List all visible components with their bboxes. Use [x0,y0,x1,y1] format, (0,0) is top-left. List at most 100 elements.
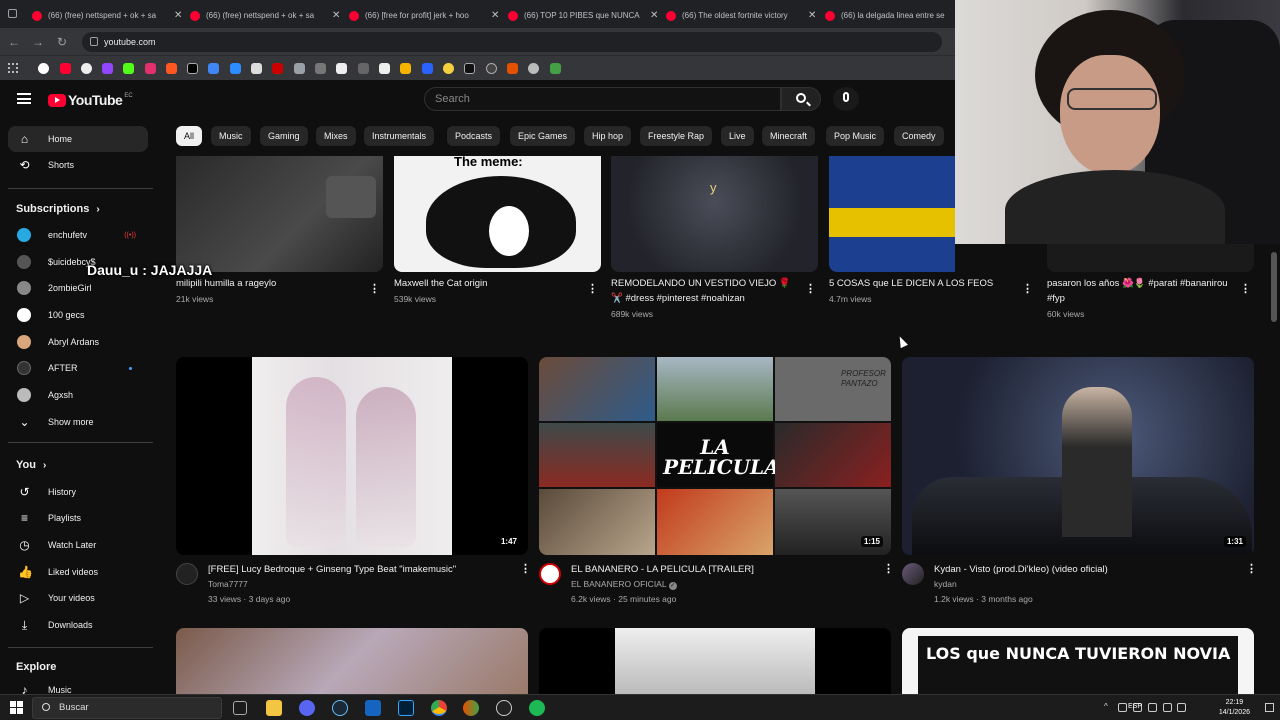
bookmark-icon[interactable] [315,63,326,74]
close-tab-icon[interactable]: ✕ [332,10,340,21]
more-options-icon[interactable]: ⋮ [1246,564,1257,575]
back-icon[interactable]: ← [3,35,25,49]
show-more-button[interactable]: ⌄ Show more [8,409,148,435]
windows-start-icon[interactable] [10,701,23,714]
video-thumbnail[interactable]: PROFESOR PANTAZO LA PELICULA 1:15 [539,357,891,555]
chip-live[interactable]: Live [721,126,754,146]
spotify-icon[interactable] [529,700,545,716]
steam-icon[interactable] [332,700,348,716]
close-tab-icon[interactable]: ✕ [491,10,499,21]
bookmark-icon[interactable] [38,63,49,74]
tray-overflow-icon[interactable]: ^ [1104,702,1108,711]
close-tab-icon[interactable]: ✕ [808,10,816,21]
chip-gaming[interactable]: Gaming [260,126,308,146]
bookmark-icon[interactable] [528,63,539,74]
bookmark-icon[interactable] [272,63,283,74]
network-icon[interactable] [1163,703,1172,712]
tab-search-icon[interactable] [8,9,17,18]
more-options-icon[interactable]: ⋮ [520,564,531,575]
short-thumbnail[interactable] [1047,244,1254,272]
chip-instrumentals[interactable]: Instrumentals [364,126,435,146]
bookmark-icon[interactable] [60,63,71,74]
search-button[interactable] [781,87,821,111]
short-thumbnail[interactable]: The meme: [394,156,601,272]
sidebar-item-subscription[interactable]: 100 gecs [8,302,148,328]
channel-avatar[interactable] [902,563,924,585]
video-title[interactable]: [FREE] Lucy Bedroque + Ginseng Type Beat… [208,562,508,577]
more-options-icon[interactable]: ⋮ [1022,284,1033,295]
video-thumbnail[interactable]: LOS que NUNCA TUVIERON NOVIA [902,628,1254,694]
chip-mixes[interactable]: Mixes [316,126,356,146]
chip-epic-games[interactable]: Epic Games [510,126,576,146]
bookmark-icon[interactable] [81,63,92,74]
short-title[interactable]: Maxwell the Cat origin [394,276,584,291]
video-title[interactable]: EL BANANERO - LA PELICULA [TRAILER] [571,562,871,577]
bookmark-icon[interactable] [550,63,561,74]
bookmark-icon[interactable] [422,63,433,74]
browser-tab[interactable]: (66) The oldest fortnite victory ✕ [660,3,822,28]
browser-tab[interactable]: (66) TOP 10 PIBES que NUNCA ✕ [502,3,664,28]
bookmark-icon[interactable] [507,63,518,74]
channel-name[interactable]: kydan [934,577,957,592]
file-explorer-icon[interactable] [266,700,282,716]
browser-tab[interactable]: (66) (free) nettspend + ok + sa ✕ [26,3,188,28]
bookmark-icon[interactable] [400,63,411,74]
sidebar-item-playlists[interactable]: ≡ Playlists [8,505,148,531]
chrome-icon[interactable] [431,700,447,716]
video-thumbnail[interactable]: 1:47 [176,357,528,555]
channel-avatar[interactable] [539,563,561,585]
more-options-icon[interactable]: ⋮ [805,284,816,295]
bookmark-icon[interactable] [251,63,262,74]
bookmark-icon[interactable] [486,63,497,74]
bookmark-icon[interactable] [208,63,219,74]
video-thumbnail[interactable] [539,628,891,694]
browser-tab[interactable]: (66) la delgada linea entre ser [819,3,951,28]
more-options-icon[interactable]: ⋮ [369,284,380,295]
short-thumbnail[interactable] [176,156,383,272]
bookmark-icon[interactable] [102,63,113,74]
video-title[interactable]: Kydan - Visto (prod.Di'kleo) (video ofic… [934,562,1234,577]
notification-icon[interactable] [1265,703,1274,712]
site-info-icon[interactable] [90,37,98,46]
sidebar-item-your-videos[interactable]: ▷ Your videos [8,585,148,611]
taskbar-clock[interactable]: 22:19 14/1/2026 [1219,698,1250,718]
bookmark-icon[interactable] [443,63,454,74]
url-field[interactable]: youtube.com [82,32,942,52]
apps-grid-icon[interactable] [8,63,18,73]
chip-comedy[interactable]: Comedy [894,126,944,146]
task-view-icon[interactable] [233,701,247,715]
channel-avatar[interactable] [176,563,198,585]
short-title[interactable]: 5 COSAS que LE DICEN A LOS FEOS [829,276,1019,291]
bookmark-icon[interactable] [145,63,156,74]
sidebar-item-subscription[interactable]: enchufetv ((•)) [8,222,148,248]
sidebar-item-shorts[interactable]: ⟲ Shorts [8,152,148,178]
chip-hip-hop[interactable]: Hip hop [584,126,632,146]
chip-minecraft[interactable]: Minecraft [762,126,816,146]
microphone-tray-icon[interactable] [1118,703,1127,712]
taskbar-search-input[interactable]: Buscar [32,697,222,719]
more-options-icon[interactable]: ⋮ [883,564,894,575]
short-title[interactable]: REMODELANDO UN VESTIDO VIEJO 🌹✂️ #dress … [611,276,801,306]
chip-freestyle-rap[interactable]: Freestyle Rap [640,126,713,146]
bookmark-icon[interactable] [187,63,198,74]
obs-icon[interactable] [496,700,512,716]
bookmark-icon[interactable] [166,63,177,74]
short-title[interactable]: milipili humilla a rageylo [176,276,366,291]
sidebar-item-liked-videos[interactable]: 👍 Liked videos [8,559,148,585]
vegas-icon[interactable] [365,700,381,716]
menu-icon[interactable] [17,93,31,104]
monitor-tray-icon[interactable] [1148,703,1157,712]
search-input[interactable]: Search [424,87,781,111]
video-thumbnail[interactable] [176,628,528,694]
bookmark-icon[interactable] [336,63,347,74]
close-tab-icon[interactable]: ✕ [174,10,182,21]
bookmark-icon[interactable] [230,63,241,74]
sidebar-item-history[interactable]: ↺ History [8,479,148,505]
more-options-icon[interactable]: ⋮ [1240,284,1251,295]
browser-tab[interactable]: (66) (free) nettspend + ok + sa ✕ [184,3,346,28]
short-thumbnail[interactable]: y [611,156,818,272]
short-thumbnail[interactable] [829,156,955,272]
volume-icon[interactable] [1177,703,1186,712]
scrollbar-thumb[interactable] [1271,252,1277,322]
chip-music[interactable]: Music [211,126,251,146]
